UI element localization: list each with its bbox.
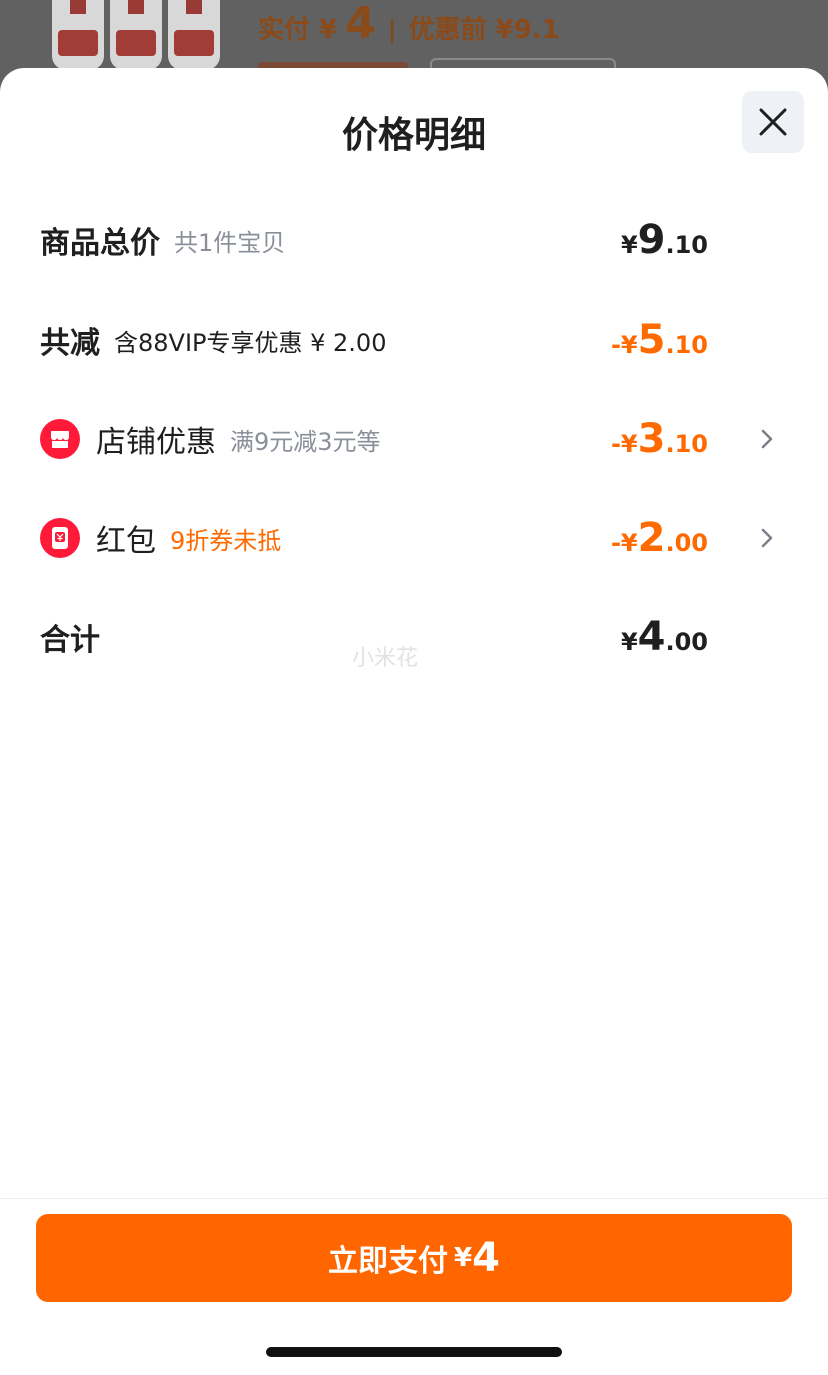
pay-amount: 4 (472, 1235, 500, 1281)
amount-dec: .10 (665, 231, 708, 259)
watermark: 小米花 (352, 646, 419, 671)
close-button[interactable] (742, 91, 804, 153)
paid-label: 实付 ¥ (258, 15, 338, 45)
amount-dec: .10 (665, 331, 708, 359)
price-separator: | (387, 16, 397, 44)
original-price: 优惠前 ¥9.1 (408, 15, 560, 45)
close-icon (759, 108, 787, 136)
amount-int: 3 (637, 416, 666, 462)
row-label: 共减 (40, 326, 100, 361)
row-amount: ¥4.00 (621, 614, 708, 660)
amount-int: 9 (637, 217, 666, 263)
row-label: 红包 (96, 524, 156, 559)
footer-divider (0, 1198, 828, 1199)
row-sub: 满9元减3元等 (230, 427, 381, 456)
row-total-discount: 共减 含88VIP专享优惠 ¥ 2.00 -¥ 5.10 (40, 315, 780, 365)
currency: -¥ (610, 529, 638, 557)
amount-int: 5 (637, 317, 666, 363)
row-sub: 共1件宝贝 (174, 228, 286, 257)
row-amount: -¥ 2.00 (611, 515, 708, 561)
chevron-right-icon (761, 429, 773, 449)
price-detail-sheet: 价格明细 商品总价 共1件宝贝 ¥9.10 共减 含88VIP专享优惠 ¥ 2.… (0, 68, 828, 1375)
sheet-title: 价格明细 (341, 115, 486, 156)
shop-icon (40, 419, 80, 459)
red-packet-icon (40, 518, 80, 558)
row-amount: -¥ 5.10 (611, 317, 708, 363)
row-shop-discount[interactable]: 店铺优惠 满9元减3元等 -¥ 3.10 (40, 414, 780, 464)
row-amount: ¥9.10 (621, 217, 708, 263)
pay-now-button[interactable]: 立即支付 ¥ 4 (36, 1214, 792, 1302)
chevron-right-icon (761, 528, 773, 548)
pay-currency: ¥ (454, 1243, 473, 1273)
home-indicator[interactable] (266, 1347, 562, 1357)
row-sub: 含88VIP专享优惠 ¥ 2.00 (114, 328, 387, 357)
background-price: 实付 ¥ 4 | 优惠前 ¥9.1 (258, 2, 560, 46)
amount-int: 2 (637, 515, 666, 561)
row-subtotal: 商品总价 共1件宝贝 ¥9.10 (40, 215, 780, 265)
amount-dec: .00 (665, 628, 708, 656)
row-label: 商品总价 (40, 226, 160, 261)
currency: -¥ (610, 331, 638, 359)
amount-dec: .00 (665, 529, 708, 557)
product-image (52, 0, 232, 70)
row-amount: -¥ 3.10 (611, 416, 708, 462)
pay-label: 立即支付 (328, 1244, 449, 1279)
amount-dec: .10 (665, 430, 708, 458)
paid-amount: 4 (345, 0, 376, 49)
currency: -¥ (610, 430, 638, 458)
row-red-packet[interactable]: 红包 9折券未抵 -¥ 2.00 (40, 513, 780, 563)
currency: ¥ (620, 231, 638, 259)
row-sub: 9折券未抵 (170, 526, 282, 555)
row-label: 合计 (40, 623, 100, 658)
amount-int: 4 (637, 614, 666, 660)
row-label: 店铺优惠 (96, 425, 216, 460)
currency: ¥ (620, 628, 638, 656)
